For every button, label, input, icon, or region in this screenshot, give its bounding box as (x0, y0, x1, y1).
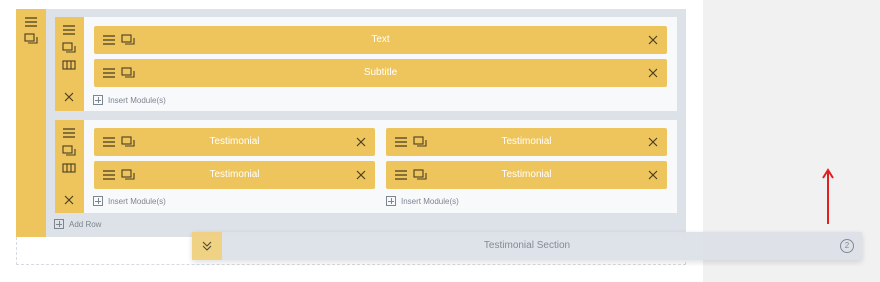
module-close-icon[interactable] (645, 167, 661, 183)
module-label: Testimonial (501, 136, 552, 147)
add-row-button[interactable]: Add Row (54, 217, 101, 231)
module-testimonial[interactable]: Testimonial (386, 128, 667, 156)
row-columns-icon[interactable] (61, 57, 77, 73)
insert-module-button[interactable]: Insert Module(s) (93, 194, 166, 208)
row-duplicate-icon[interactable] (61, 143, 77, 159)
section-duplicate-icon[interactable] (23, 31, 39, 47)
row-menu-icon[interactable] (61, 22, 77, 38)
module-close-icon[interactable] (353, 167, 369, 183)
row-2: Testimonial Testimonial Insert Module(s)… (55, 120, 677, 213)
red-arrow-up-icon (822, 168, 834, 224)
insert-module-label: Insert Module(s) (108, 196, 166, 206)
module-testimonial[interactable]: Testimonial (386, 161, 667, 189)
add-row-label: Add Row (69, 219, 102, 229)
module-label: Testimonial (209, 169, 260, 180)
row-duplicate-icon[interactable] (61, 40, 77, 56)
row-columns-icon[interactable] (61, 160, 77, 176)
module-close-icon[interactable] (645, 32, 661, 48)
section-menu-icon[interactable] (23, 14, 39, 30)
module-text[interactable]: Text (94, 26, 667, 54)
plus-icon (386, 196, 396, 206)
plus-icon (93, 95, 103, 105)
row-menu-icon[interactable] (61, 125, 77, 141)
module-close-icon[interactable] (353, 134, 369, 150)
module-label: Subtitle (363, 67, 398, 78)
section-settings-bar (16, 9, 46, 237)
plus-icon (93, 196, 103, 206)
row-delete-icon[interactable] (61, 89, 77, 105)
module-label: Testimonial (209, 136, 260, 147)
section: Text Subtitle Insert Module(s) Testimoni… (16, 9, 686, 237)
insert-module-button[interactable]: Insert Module(s) (93, 93, 166, 107)
insert-module-label: Insert Module(s) (401, 196, 459, 206)
row-1: Text Subtitle Insert Module(s) (55, 17, 677, 111)
row-delete-icon[interactable] (61, 192, 77, 208)
section-count-badge: 2 (840, 239, 854, 253)
module-label: Testimonial (501, 169, 552, 180)
dragged-section[interactable]: Testimonial Section 2 (192, 232, 862, 260)
module-subtitle[interactable]: Subtitle (94, 59, 667, 87)
row-1-settings-bar (55, 17, 84, 111)
row-2-settings-bar (55, 120, 84, 213)
module-testimonial[interactable]: Testimonial (94, 128, 375, 156)
insert-module-button[interactable]: Insert Module(s) (386, 194, 459, 208)
module-close-icon[interactable] (645, 65, 661, 81)
module-close-icon[interactable] (645, 134, 661, 150)
dragged-section-label: Testimonial Section (483, 240, 571, 251)
insert-module-label: Insert Module(s) (108, 95, 166, 105)
plus-icon (54, 219, 64, 229)
module-testimonial[interactable]: Testimonial (94, 161, 375, 189)
module-label: Text (371, 34, 390, 45)
